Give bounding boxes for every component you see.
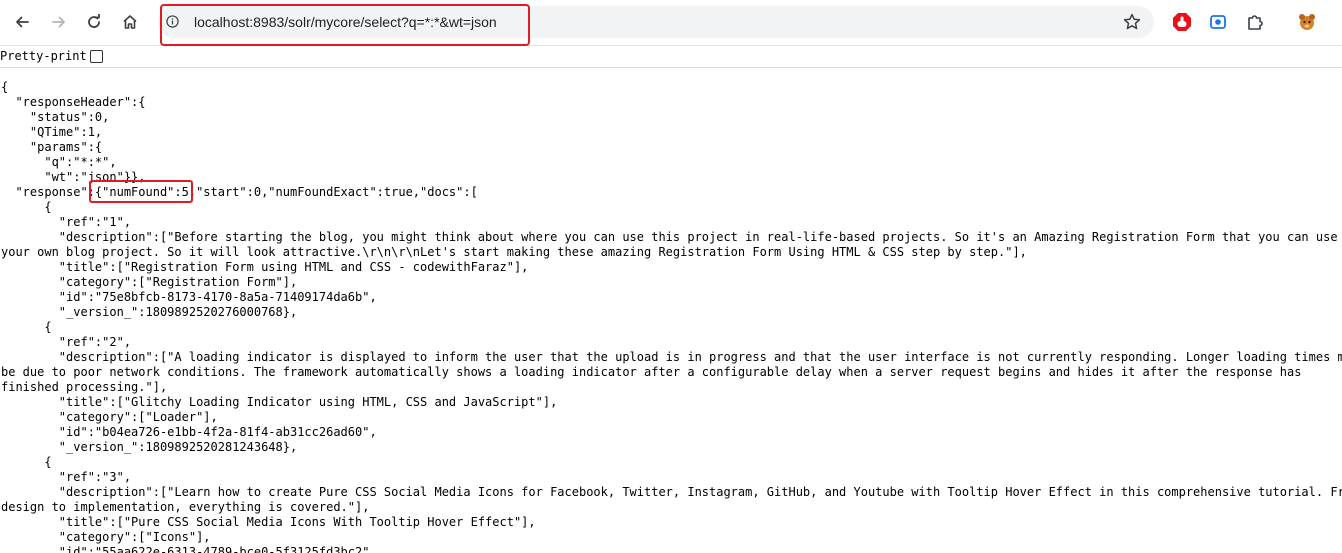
extensions-puzzle-icon[interactable] — [1245, 12, 1265, 32]
json-line: your own blog project. So it will look a… — [1, 245, 1027, 259]
json-line: "_version_":1809892520281243648}, — [1, 440, 298, 454]
json-line: "status":0, — [1, 110, 110, 124]
json-response-body: { "responseHeader":{ "status":0, "QTime"… — [1, 80, 1342, 553]
json-line: { — [1, 80, 9, 94]
json-line: "description":["A loading indicator is d… — [1, 350, 1342, 364]
reload-icon — [88, 14, 100, 28]
json-line: "id":"b04ea726-e1bb-4f2a-81f4-ab31cc26ad… — [1, 425, 377, 439]
back-button[interactable] — [7, 8, 37, 36]
divider — [0, 67, 1342, 68]
json-line: "category":["Icons"], — [1, 530, 211, 544]
reload-button[interactable] — [79, 8, 109, 36]
browser-toolbar: localhost:8983/solr/mycore/select?q=*:*&… — [0, 0, 1342, 46]
json-line: "ref":"3", — [1, 470, 132, 484]
json-line: { — [1, 200, 52, 214]
pretty-print-checkbox[interactable] — [89, 49, 103, 63]
json-line: "wt":"json"}}, — [1, 170, 146, 184]
back-arrow-icon — [16, 16, 29, 28]
json-line: "ref":"1", — [1, 215, 132, 229]
json-line: "params":{ — [1, 140, 103, 154]
forward-arrow-icon — [52, 16, 65, 28]
json-line: "responseHeader":{ — [1, 95, 146, 109]
json-line: { — [1, 320, 52, 334]
json-line: "id":"75e8bfcb-8173-4170-8a5a-71409174da… — [1, 290, 377, 304]
forward-button[interactable] — [44, 8, 74, 36]
json-line: "response":{"numFound":5,"start":0,"numF… — [1, 185, 478, 199]
json-line: be due to poor network conditions. The f… — [1, 365, 1302, 379]
adblock-extension-icon[interactable] — [1172, 12, 1192, 32]
json-line: "q":"*:*", — [1, 155, 117, 169]
json-line: "ref":"2", — [1, 335, 132, 349]
json-line: "category":["Loader"], — [1, 410, 218, 424]
pretty-print-control[interactable]: Pretty-print — [0, 47, 103, 65]
json-line: "description":["Before starting the blog… — [1, 230, 1342, 244]
json-line: "title":["Registration Form using HTML a… — [1, 260, 529, 274]
url-highlight-box — [160, 4, 530, 46]
profile-avatar-icon[interactable] — [1296, 11, 1318, 33]
screen-capture-extension-icon[interactable] — [1208, 12, 1228, 32]
json-line: finished processing."], — [1, 380, 168, 394]
json-line: { — [1, 455, 52, 469]
bookmark-star-icon[interactable] — [1122, 12, 1142, 32]
home-button[interactable] — [115, 8, 145, 36]
json-line: "QTime":1, — [1, 125, 103, 139]
json-line: "category":["Registration Form"], — [1, 275, 298, 289]
json-line: "_version_":1809892520276000768}, — [1, 305, 298, 319]
json-line: "title":["Glitchy Loading Indicator usin… — [1, 395, 558, 409]
json-line: design to implementation, everything is … — [1, 500, 370, 514]
json-line: "title":["Pure CSS Social Media Icons Wi… — [1, 515, 536, 529]
json-line: "description":["Learn how to create Pure… — [1, 485, 1342, 499]
json-line: "id":"55aa622e-6313-4789-bce0-5f3125fd3b… — [1, 545, 377, 553]
pretty-print-label: Pretty-print — [0, 49, 87, 63]
home-icon — [123, 15, 137, 29]
numfound-highlight-box — [89, 180, 193, 203]
